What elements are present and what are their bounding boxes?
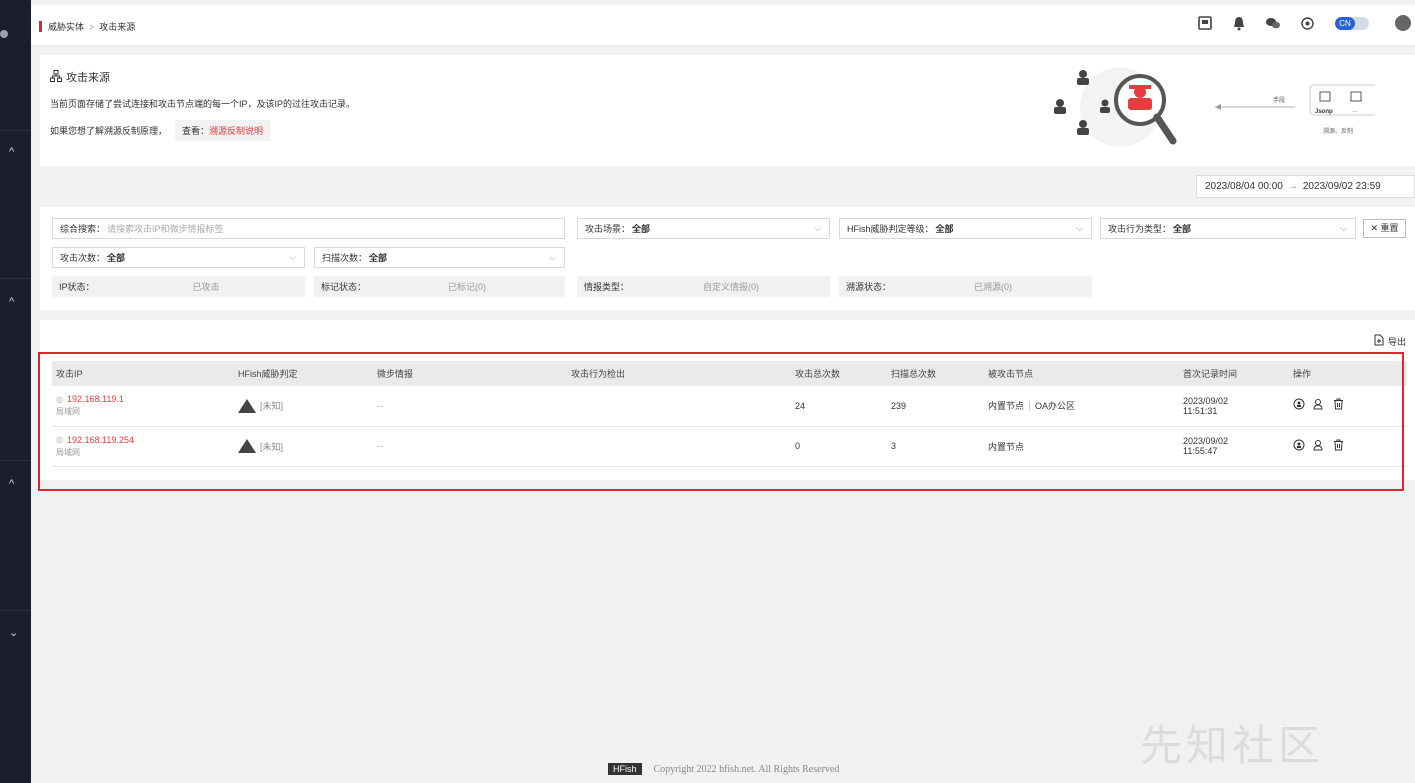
filter-panel: 综合搜索： 请搜索攻击IP和微步情报标签 攻击场景： 全部 ⌵ HFish威胁判…	[40, 207, 1415, 310]
document-icon[interactable]	[1197, 15, 1213, 31]
sidebar-divider	[0, 460, 31, 461]
sidebar: ^ ^ ^ ⌄	[0, 0, 31, 783]
export-button[interactable]: 导出	[1374, 334, 1406, 349]
breadcrumb: 威胁实体 > 攻击来源	[39, 20, 135, 33]
page-title-text: 攻击来源	[66, 72, 110, 84]
scene-select[interactable]: 攻击场景： 全部 ⌵	[577, 218, 830, 239]
info-description: 当前页面存储了尝试连接和攻击节点端的每一个IP，及该IP的过往攻击记录。	[50, 99, 356, 109]
sidebar-divider	[0, 130, 31, 131]
breadcrumb-current: 攻击来源	[99, 22, 136, 32]
behavior-label: 攻击行为类型：	[1108, 224, 1172, 234]
info-hint-text: 如果您想了解溯源反制原理，	[50, 126, 168, 136]
mark-state-filter[interactable]: 标记状态： 已标记(0)	[314, 276, 565, 297]
copyright-text: Copyright 2022 hfish.net. All Rights Res…	[653, 763, 840, 775]
search-placeholder: 请搜索攻击IP和微步情报标签	[107, 224, 224, 234]
breadcrumb-separator: >	[89, 21, 95, 32]
scene-value: 全部	[632, 224, 651, 234]
chevron-down-icon: ⌵	[549, 252, 556, 262]
level-value: 全部	[935, 224, 954, 234]
intel-type-label: 情报类型：	[584, 282, 630, 292]
attack-source-illustration: 手段 Jsonp ··· 溯源、反制	[1054, 67, 1375, 147]
chevron-down-icon: ⌵	[289, 252, 296, 262]
chevron-up-icon[interactable]: ^	[9, 146, 14, 158]
ip-state-filter[interactable]: IP状态： 已攻击	[52, 276, 305, 297]
ip-state-label: IP状态：	[59, 282, 95, 292]
illus-dots-label: ···	[1352, 109, 1358, 115]
trace-state-value: 已溯源(0)	[974, 282, 1012, 292]
chevron-up-icon[interactable]: ^	[9, 296, 14, 308]
top-bar: 威胁实体 > 攻击来源 CN	[31, 5, 1415, 46]
illus-trace-label: 溯源、反制	[1323, 127, 1353, 135]
bell-icon[interactable]	[1231, 15, 1247, 31]
date-end: 2023/09/02 23:59	[1302, 181, 1381, 192]
trace-state-label: 溯源状态：	[846, 282, 892, 292]
language-label: CN	[1335, 16, 1355, 30]
attack-count-select[interactable]: 攻击次数： 全部 ⌵	[52, 247, 305, 268]
hfish-logo: HFish	[608, 763, 642, 775]
illus-jsonp-label: Jsonp	[1315, 109, 1333, 115]
trace-explain-link[interactable]: 溯源反制说明	[209, 126, 263, 136]
behavior-select[interactable]: 攻击行为类型： 全部 ⌵	[1100, 218, 1356, 239]
level-label: HFish威胁判定等级：	[847, 224, 934, 234]
reset-button[interactable]: ✕ 重置	[1363, 219, 1406, 238]
intel-type-filter[interactable]: 情报类型： 自定义情报(0)	[577, 276, 830, 297]
footer: HFish Copyright 2022 hfish.net. All Righ…	[608, 763, 839, 775]
date-arrow: →	[1287, 181, 1298, 192]
scene-label: 攻击场景：	[585, 224, 631, 234]
network-icon	[50, 69, 62, 85]
date-range-picker[interactable]: 2023/08/04 00:00 → 2023/09/02 23:59	[1196, 175, 1415, 198]
chevron-down-icon: ⌵	[1340, 223, 1347, 233]
chevron-down-icon: ⌵	[814, 223, 821, 233]
page-title: 攻击来源	[50, 69, 110, 85]
date-start: 2023/08/04 00:00	[1205, 181, 1283, 192]
sidebar-divider	[0, 278, 31, 279]
chevron-down-icon[interactable]: ⌄	[9, 626, 18, 639]
search-label: 综合搜索：	[60, 224, 106, 234]
scan-count-select[interactable]: 扫描次数： 全部 ⌵	[314, 247, 565, 268]
scan-count-label: 扫描次数：	[322, 253, 368, 263]
level-select[interactable]: HFish威胁判定等级： 全部 ⌵	[839, 218, 1092, 239]
behavior-value: 全部	[1173, 224, 1192, 234]
search-input[interactable]: 综合搜索： 请搜索攻击IP和微步情报标签	[52, 218, 565, 239]
sidebar-logo-icon	[0, 30, 8, 38]
breadcrumb-marker	[39, 21, 42, 32]
export-icon	[1374, 334, 1384, 349]
chevron-down-icon: ⌵	[1076, 223, 1083, 233]
illus-means-label: 手段	[1273, 96, 1285, 104]
view-link-box: 查看：溯源反制说明	[175, 120, 271, 141]
info-panel: 攻击来源 当前页面存储了尝试连接和攻击节点端的每一个IP，及该IP的过往攻击记录…	[40, 55, 1415, 166]
language-toggle[interactable]: CN	[1335, 16, 1369, 30]
wechat-icon[interactable]	[1265, 15, 1281, 31]
trace-state-filter[interactable]: 溯源状态： 已溯源(0)	[839, 276, 1092, 297]
settings-icon[interactable]	[1299, 15, 1315, 31]
highlight-box	[38, 352, 1404, 491]
chevron-up-icon[interactable]: ^	[9, 478, 14, 490]
intel-type-value: 自定义情报(0)	[703, 282, 759, 292]
ip-state-value: 已攻击	[192, 282, 220, 292]
scan-count-value: 全部	[369, 253, 388, 263]
attack-count-value: 全部	[107, 253, 126, 263]
top-icons: CN	[1179, 15, 1415, 31]
mark-state-label: 标记状态：	[321, 282, 367, 292]
attack-count-label: 攻击次数：	[60, 253, 106, 263]
breadcrumb-parent[interactable]: 威胁实体	[48, 20, 84, 33]
sidebar-divider	[0, 610, 31, 611]
view-label: 查看：	[182, 126, 210, 136]
info-hint: 如果您想了解溯源反制原理， 查看：溯源反制说明	[50, 120, 271, 141]
mark-state-value: 已标记(0)	[448, 282, 486, 292]
watermark: 先知社区	[1140, 721, 1325, 770]
avatar[interactable]	[1395, 15, 1411, 31]
export-label: 导出	[1387, 337, 1406, 347]
